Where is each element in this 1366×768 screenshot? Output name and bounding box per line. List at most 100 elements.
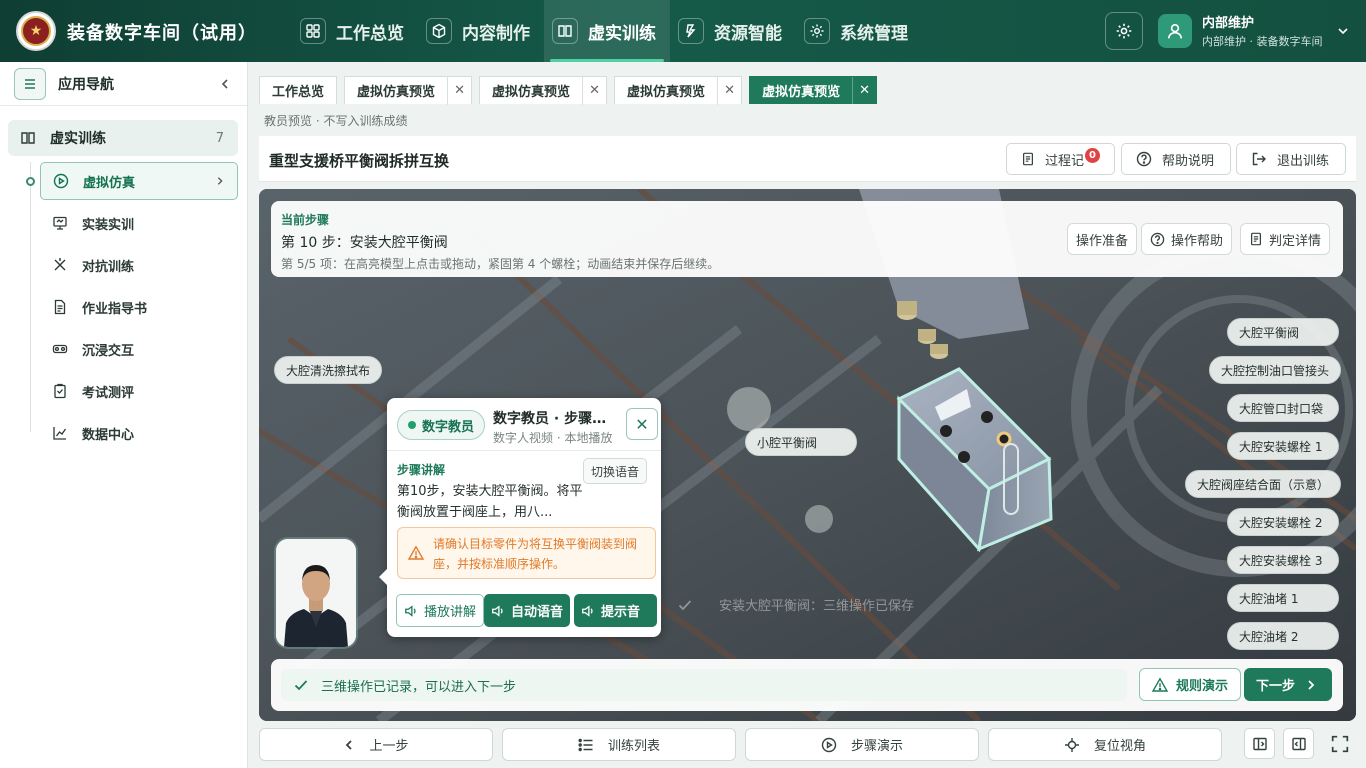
step-kicker: 当前步骤 bbox=[281, 213, 330, 227]
warning-text: 请确认目标零件为将互换平衡阀装到阀座，并按标准顺序操作。 bbox=[433, 537, 638, 571]
reset-view-button[interactable]: 复位视角 bbox=[988, 728, 1222, 761]
tab-sim-preview[interactable]: 虚拟仿真预览 ✕ bbox=[479, 76, 608, 105]
auto-voice-button[interactable]: 自动语音 bbox=[484, 594, 571, 627]
operation-help-button[interactable]: 操作帮助 bbox=[1141, 223, 1233, 255]
record-status-text: 三维操作已记录，可以进入下一步 bbox=[321, 679, 517, 695]
operation-help-label: 操作帮助 bbox=[1171, 233, 1224, 249]
process-record-label: 过程记 bbox=[1045, 153, 1085, 169]
record-status: 三维操作已记录，可以进入下一步 bbox=[281, 669, 1127, 701]
step-detail: 第 5/5 项：在高亮模型上点击或拖动，紧固第 4 个螺栓；动画结束并保存后继续… bbox=[281, 257, 720, 271]
prompt-tone-label: 提示音 bbox=[601, 605, 641, 620]
judge-detail-button[interactable]: 判定详情 bbox=[1240, 223, 1331, 255]
digital-teacher-panel: 数字教员 数字教员 · 步骤讲解 数字人视频 · 本地播放 ✕ 步骤讲解 切换语… bbox=[379, 398, 661, 637]
topnav-resources[interactable]: 资源智能 bbox=[670, 0, 796, 62]
panel-right-button[interactable] bbox=[1283, 728, 1314, 759]
active-dot bbox=[26, 177, 35, 186]
clipboard-icon bbox=[54, 383, 66, 399]
auto-voice-label: 自动语音 bbox=[511, 605, 564, 620]
sidebar-item-exam[interactable]: 考试测评 bbox=[40, 372, 238, 410]
tab-sim-preview[interactable]: 虚拟仿真预览 ✕ bbox=[614, 76, 743, 105]
close-icon[interactable]: ✕ bbox=[582, 76, 606, 105]
close-teacher-button[interactable]: ✕ bbox=[626, 408, 658, 440]
scene-tag[interactable]: 大腔安装螺栓 3 bbox=[1227, 546, 1339, 574]
scene-tag[interactable]: 大腔安装螺栓 1 bbox=[1227, 432, 1339, 460]
sidebar-title: 应用导航 bbox=[58, 76, 114, 93]
play-explanation-button[interactable]: 播放讲解 bbox=[396, 594, 485, 627]
chart-icon bbox=[53, 427, 67, 440]
user-icon bbox=[1167, 23, 1183, 38]
book-icon bbox=[552, 18, 578, 44]
sidebar-item-label: 数据中心 bbox=[82, 427, 135, 443]
tab-sim-preview[interactable]: 虚拟仿真预览 ✕ bbox=[344, 76, 473, 105]
step-demo-button[interactable]: 步骤演示 bbox=[745, 728, 979, 761]
user-menu[interactable]: 内部维护 内部维护 · 装备数字车间 bbox=[1158, 12, 1349, 49]
prev-step-button[interactable]: 上一步 bbox=[259, 728, 493, 761]
sidebar-item-work-guide[interactable]: 作业指导书 bbox=[40, 288, 238, 326]
sidebar-item-immersive[interactable]: 沉浸交互 bbox=[40, 330, 238, 368]
sidebar-item-adversarial[interactable]: 对抗训练 bbox=[40, 246, 238, 284]
teacher-portrait-image bbox=[276, 539, 356, 647]
panel-left-button[interactable] bbox=[1244, 728, 1275, 759]
next-step-button[interactable]: 下一步 bbox=[1244, 668, 1332, 701]
tab-bar: 工作总览 虚拟仿真预览 ✕ 虚拟仿真预览 ✕ 虚拟仿真预览 ✕ 虚拟仿真预览 ✕ bbox=[259, 76, 884, 105]
operation-prep-button[interactable]: 操作准备 bbox=[1067, 223, 1138, 255]
scene-tag[interactable]: 大腔油堵 1 bbox=[1227, 584, 1339, 612]
question-icon bbox=[1136, 151, 1152, 167]
sidebar-group-training[interactable]: 虚实训练 7 bbox=[8, 120, 238, 156]
help-button[interactable]: 帮助说明 bbox=[1121, 143, 1231, 175]
topnav-system[interactable]: 系统管理 bbox=[796, 0, 922, 62]
settings-button[interactable] bbox=[1105, 12, 1143, 50]
scene-tag[interactable]: 大腔阀座结合面（示意） bbox=[1185, 470, 1342, 498]
tab-overview[interactable]: 工作总览 bbox=[259, 76, 338, 104]
monitor-icon bbox=[53, 216, 67, 230]
close-icon[interactable]: ✕ bbox=[447, 76, 471, 105]
tab-sim-preview-active[interactable]: 虚拟仿真预览 ✕ bbox=[749, 76, 878, 105]
training-list-button[interactable]: 训练列表 bbox=[502, 728, 736, 761]
topnav-content[interactable]: 内容制作 bbox=[418, 0, 544, 62]
rule-demo-button[interactable]: 规则演示 bbox=[1139, 668, 1242, 701]
close-icon[interactable]: ✕ bbox=[852, 76, 876, 105]
chevron-right-icon bbox=[217, 177, 223, 185]
topnav-training[interactable]: 虚实训练 bbox=[544, 0, 670, 62]
exit-training-button[interactable]: 退出训练 bbox=[1236, 143, 1346, 175]
current-step-card: 当前步骤 第 10 步：安装大腔平衡阀 第 5/5 项：在高亮模型上点击或拖动，… bbox=[271, 201, 1343, 277]
gear-icon bbox=[1116, 23, 1132, 39]
explain-section-title: 步骤讲解 bbox=[397, 463, 446, 477]
3d-viewport[interactable]: 当前步骤 第 10 步：安装大腔平衡阀 第 5/5 项：在高亮模型上点击或拖动，… bbox=[259, 189, 1356, 721]
scene-tag[interactable]: 大腔控制油口管接头 bbox=[1209, 356, 1342, 384]
rule-demo-label: 规则演示 bbox=[1176, 679, 1229, 694]
document-icon bbox=[1023, 152, 1033, 166]
close-icon[interactable]: ✕ bbox=[717, 76, 741, 105]
sidebar-item-label: 考试测评 bbox=[82, 385, 135, 401]
avatar bbox=[1158, 13, 1192, 48]
chevron-right-icon bbox=[1308, 679, 1315, 690]
explain-text: 第10步，安装大腔平衡阀。将平衡阀放置于阀座上，用八... bbox=[397, 484, 583, 520]
tab-label: 虚拟仿真预览 bbox=[492, 85, 571, 100]
check-icon bbox=[294, 680, 308, 691]
sidebar-item-data-center[interactable]: 数据中心 bbox=[40, 414, 238, 452]
teacher-subtitle: 数字人视频 · 本地播放 bbox=[493, 431, 613, 445]
digital-teacher-avatar[interactable] bbox=[276, 539, 356, 647]
step-demo-label: 步骤演示 bbox=[850, 739, 903, 754]
topnav-overview[interactable]: 工作总览 bbox=[292, 0, 418, 62]
sidebar-item-virtual-sim[interactable]: 虚拟仿真 bbox=[40, 162, 238, 200]
topnav-label: 内容制作 bbox=[462, 23, 530, 44]
scene-tag[interactable]: 小腔平衡阀 bbox=[745, 428, 857, 456]
help-label: 帮助说明 bbox=[1162, 153, 1215, 169]
top-bar: ★ 装备数字车间（试用） 工作总览 内容制作 虚实训练 资源智能 系统管理 内部… bbox=[0, 0, 1366, 62]
process-record-button[interactable]: 过程记 0 bbox=[1006, 143, 1115, 175]
scene-tag[interactable]: 大腔油堵 2 bbox=[1227, 622, 1339, 650]
fullscreen-button[interactable] bbox=[1324, 728, 1355, 759]
menu-toggle-button[interactable] bbox=[14, 67, 46, 100]
scene-tag[interactable]: 大腔管口封口袋 bbox=[1227, 394, 1339, 422]
scene-tag[interactable]: 大腔清洗擦拭布 bbox=[274, 356, 383, 384]
tab-label: 虚拟仿真预览 bbox=[762, 85, 841, 100]
warning-icon bbox=[1152, 676, 1168, 692]
collapse-sidebar-icon[interactable] bbox=[219, 78, 231, 90]
scene-tag[interactable]: 大腔安装螺栓 2 bbox=[1227, 508, 1339, 536]
digital-teacher-chip: 数字教员 bbox=[397, 410, 486, 440]
scene-tag[interactable]: 大腔平衡阀 bbox=[1227, 318, 1339, 346]
sidebar-item-real-training[interactable]: 实装实训 bbox=[40, 204, 238, 242]
prompt-tone-button[interactable]: 提示音 bbox=[574, 594, 657, 627]
cube-icon bbox=[426, 18, 452, 44]
